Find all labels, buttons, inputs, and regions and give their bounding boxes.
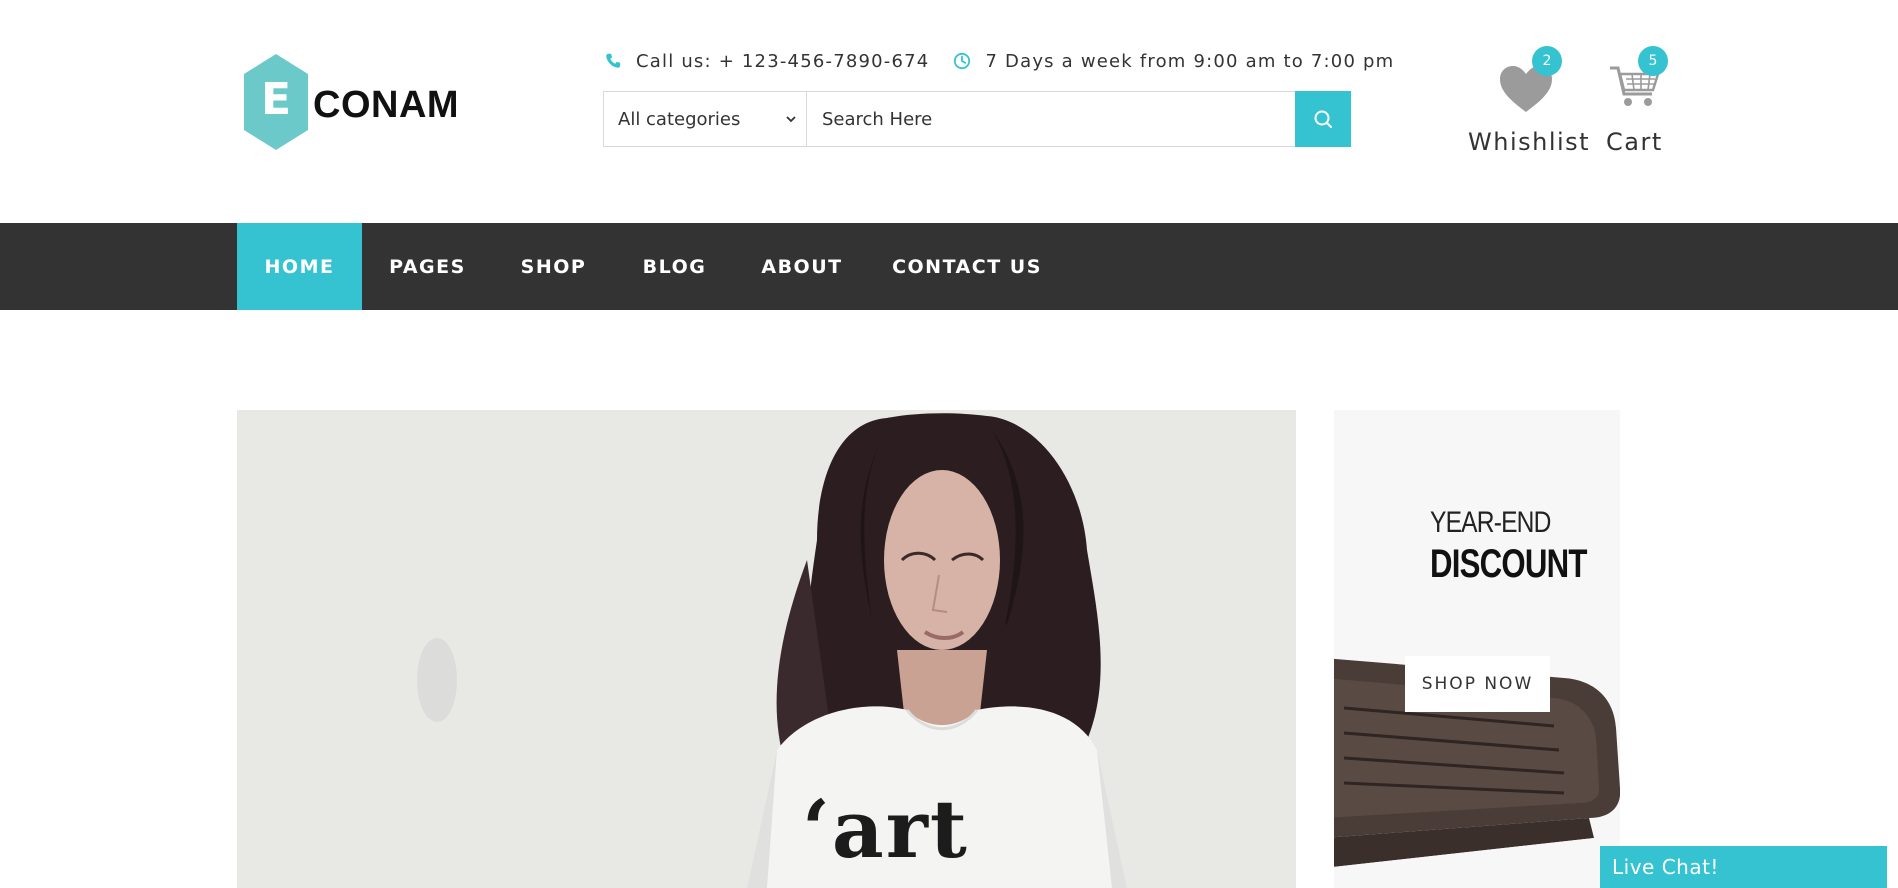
nav-item-shop[interactable]: SHOP [493, 223, 614, 310]
search-button[interactable] [1295, 91, 1351, 147]
contact-info: Call us: + 123-456-7890-674 7 Days a wee… [604, 47, 1394, 75]
live-chat-button[interactable]: Live Chat! [1600, 846, 1887, 888]
nav-item-home[interactable]: HOME [237, 223, 362, 310]
wishlist-label: Whishlist [1468, 128, 1591, 156]
cart-count-badge: 5 [1638, 46, 1668, 76]
nav-item-pages[interactable]: PAGES [362, 223, 493, 310]
search-icon [1314, 110, 1332, 128]
background-blur-shape [417, 638, 457, 722]
chevron-down-icon [786, 116, 796, 123]
logo-letter: E [260, 74, 292, 125]
nav-item-about[interactable]: ABOUT [735, 223, 869, 310]
nav-item-contact-us[interactable]: CONTACT US [869, 223, 1065, 310]
search-bar: All categories [603, 91, 1351, 147]
wishlist-count-badge: 2 [1532, 46, 1562, 76]
hero-banner[interactable]: ‘art [237, 410, 1296, 888]
category-select-value: All categories [618, 108, 741, 130]
hours-text: 7 Days a week from 9:00 am to 7:00 pm [985, 50, 1395, 72]
promo-title-line2: DISCOUNT [1430, 542, 1587, 586]
shirt-print-text: ‘art [802, 782, 969, 876]
phone-text: Call us: + 123-456-7890-674 [636, 50, 930, 72]
wishlist-link[interactable]: 2 Whishlist [1466, 44, 1589, 164]
site-logo[interactable]: E CONAM [242, 52, 462, 152]
logo-wordmark: CONAM [313, 84, 460, 126]
search-input[interactable] [808, 92, 1292, 146]
shop-now-button[interactable]: SHOP NOW [1405, 656, 1550, 712]
phone-icon [606, 53, 621, 68]
nav-item-blog[interactable]: BLOG [614, 223, 735, 310]
promo-banner[interactable]: YEAR-END DISCOUNT SHOP NOW [1334, 410, 1620, 888]
promo-title-line1: YEAR-END [1430, 506, 1551, 539]
cart-link[interactable]: 5 Cart [1602, 44, 1682, 164]
clock-icon [954, 52, 971, 70]
main-nav: HOME PAGES SHOP BLOG ABOUT CONTACT US [0, 223, 1898, 310]
cart-label: Cart [1606, 128, 1663, 156]
category-select[interactable]: All categories [604, 92, 807, 146]
